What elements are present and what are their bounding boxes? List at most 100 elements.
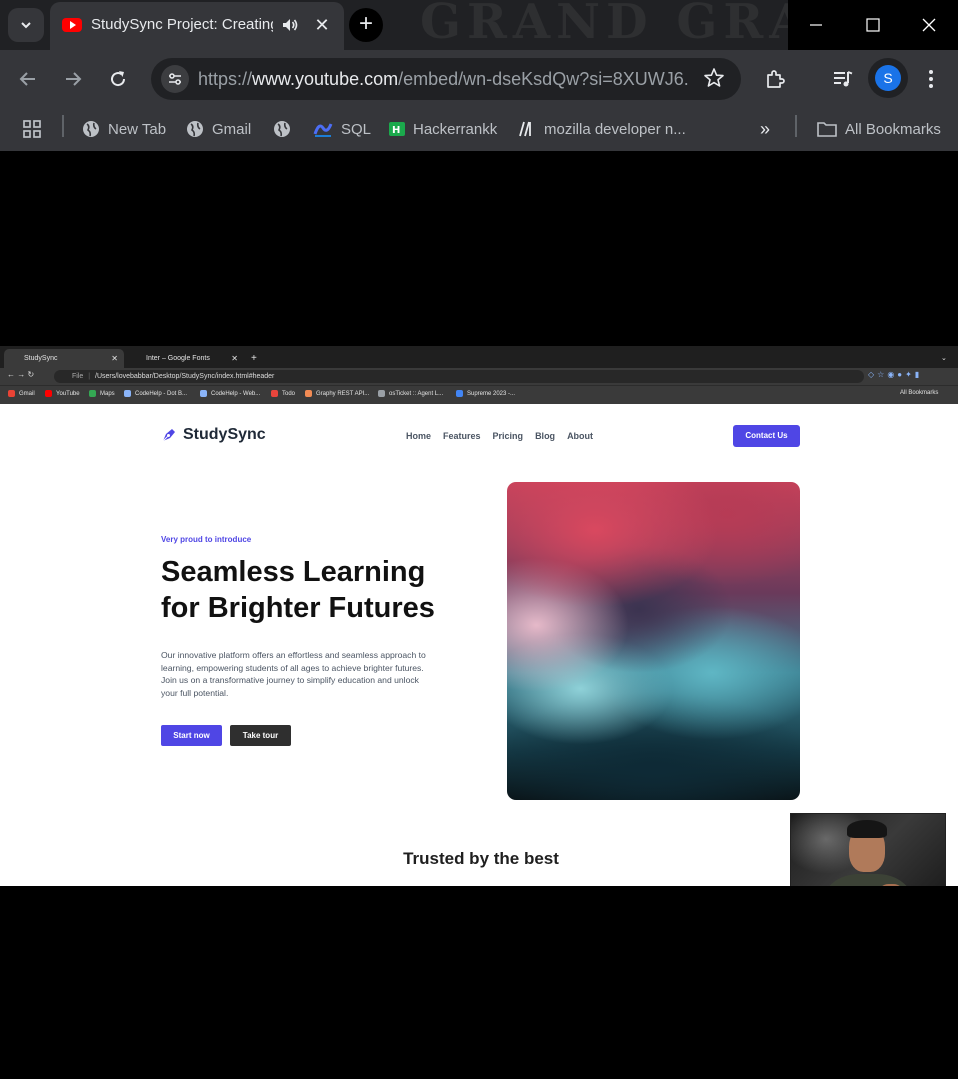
inner-bookmark-label: YouTube: [56, 390, 80, 397]
url-scheme: https://: [198, 69, 253, 89]
svg-text:H: H: [392, 125, 400, 136]
inner-bookmark: CodeHelp - Web...: [200, 390, 260, 397]
tab-title: StudySync Project: Creating: [91, 16, 273, 33]
nav-features: Features: [443, 431, 481, 441]
inner-bookmark-icon: [200, 390, 207, 397]
bookmarks-bar: New Tab Gmail SQL H Hackerrankk mozilla …: [0, 108, 958, 151]
reload-button[interactable]: [103, 64, 133, 94]
inner-bookmark-icon: [456, 390, 463, 397]
inner-bookmark-label: All Bookmarks: [900, 390, 939, 396]
studysync-logo: StudySync: [161, 426, 266, 444]
hero-headline: Seamless Learning for Brighter Futures: [161, 554, 435, 626]
nav-pricing: Pricing: [492, 431, 524, 441]
inner-tab-studysync: StudySync ✕: [4, 349, 124, 368]
bookmark-new-tab[interactable]: New Tab: [82, 117, 166, 141]
pen-nib-icon: [162, 429, 175, 442]
inner-url-separator: |: [88, 373, 91, 380]
inner-address-bar: File | /Users/lovebabbar/Desktop/StudySy…: [54, 370, 864, 383]
bookmark-globe[interactable]: [273, 117, 299, 141]
inner-bookmark-label: Maps: [100, 390, 115, 397]
site-info-icon[interactable]: [161, 65, 189, 93]
take-tour-button: Take tour: [230, 725, 291, 746]
tab-youtube[interactable]: StudySync Project: Creating ✕: [50, 2, 344, 50]
url-text[interactable]: https://www.youtube.com/embed/wn-dseKsdQ…: [198, 69, 688, 91]
bookmarks-divider: [795, 115, 797, 137]
inner-bookmark: osTicket :: Agent L...: [378, 390, 443, 397]
arrow-left-icon: [19, 72, 35, 86]
studysync-page: StudySync Home Features Pricing Blog Abo…: [0, 404, 958, 886]
maximize-button[interactable]: [845, 0, 902, 50]
globe-icon: [82, 120, 100, 138]
bookmark-sql[interactable]: SQL: [313, 117, 371, 141]
headline-line-2: for Brighter Futures: [161, 592, 435, 624]
inner-url-text: /Users/lovebabbar/Desktop/StudySync/inde…: [95, 373, 275, 380]
tab-close-icon[interactable]: ✕: [312, 15, 332, 35]
nav-blog: Blog: [535, 431, 556, 441]
avatar[interactable]: S: [875, 65, 901, 91]
inner-tab-label: StudySync: [24, 355, 58, 362]
sql-icon: [313, 120, 333, 138]
globe-icon: [273, 120, 291, 138]
bookmark-label: SQL: [341, 120, 372, 138]
media-controls-icon[interactable]: [828, 64, 858, 94]
bookmarks-overflow-button[interactable]: »: [760, 117, 770, 141]
bookmarks-divider: [62, 115, 64, 137]
bookmark-label: Gmail: [212, 120, 252, 138]
apps-grid-icon[interactable]: [22, 117, 42, 141]
inner-bookmark-icon: [8, 390, 15, 397]
close-icon: ✕: [111, 354, 118, 363]
inner-bookmark-label: CodeHelp - Dot B...: [135, 390, 188, 397]
hero-image: [507, 482, 800, 800]
inner-bookmark: Graphy REST API...: [305, 390, 369, 397]
inner-tab-strip: StudySync ✕ Inter – Google Fonts ✕ + ⌄: [0, 346, 958, 368]
menu-kebab-icon[interactable]: [916, 64, 946, 94]
bookmark-label: New Tab: [108, 120, 167, 138]
extensions-icon[interactable]: [760, 64, 790, 94]
bookmark-star-icon[interactable]: [703, 67, 725, 94]
bookmark-mdn[interactable]: mozilla developer n...: [518, 117, 686, 141]
inner-bookmark-icon: [378, 390, 385, 397]
inner-new-tab-icon: +: [251, 353, 257, 364]
inner-bookmark-icon: [271, 390, 278, 397]
bookmark-label: mozilla developer n...: [544, 120, 686, 138]
bookmark-gmail[interactable]: Gmail: [186, 117, 251, 141]
new-tab-button[interactable]: +: [349, 8, 383, 42]
inner-bookmark: Maps: [89, 390, 115, 397]
presenter-hair: [847, 820, 887, 838]
forward-button[interactable]: [58, 64, 88, 94]
close-window-button[interactable]: [901, 0, 958, 50]
tabstrip-background-art: GRAND GRA: [420, 0, 813, 50]
youtube-icon: [62, 18, 82, 32]
hero-lead: Our innovative platform offers an effort…: [161, 650, 426, 698]
speaker-icon[interactable]: [280, 15, 300, 40]
webcam-overlay: [790, 813, 946, 886]
video-player[interactable]: StudySync ✕ Inter – Google Fonts ✕ + ⌄ ← →…: [0, 346, 958, 886]
bookmark-label: Hackerrankk: [413, 120, 498, 138]
inner-toolbar-icons: ◇☆◉●✦▮: [868, 370, 923, 379]
inner-bookmark-label: Graphy REST API...: [316, 390, 370, 397]
chevron-down-icon: [21, 22, 31, 29]
arrow-right-icon: [66, 72, 82, 86]
window-controls: [788, 0, 958, 50]
inner-bookmark-label: CodeHelp - Web...: [211, 390, 261, 397]
url-host: www.youtube.com: [252, 69, 399, 89]
tab-search-button[interactable]: [8, 8, 44, 42]
close-icon: ✕: [231, 354, 238, 363]
address-bar[interactable]: https://www.youtube.com/embed/wn-dseKsdQ…: [151, 58, 741, 100]
inner-bookmarks-bar: Gmail YouTube Maps CodeHelp - Dot B... CodeH…: [0, 385, 958, 404]
back-button[interactable]: [13, 64, 43, 94]
inner-bookmark: YouTube: [45, 390, 80, 397]
all-bookmarks-button[interactable]: All Bookmarks: [817, 117, 941, 141]
presenter-body: [823, 874, 913, 886]
bookmark-hackerrank[interactable]: H Hackerrankk: [389, 117, 497, 141]
inner-tab-label: Inter – Google Fonts: [146, 355, 210, 362]
inner-bookmark: CodeHelp - Dot B...: [124, 390, 187, 397]
inner-file-label: File: [72, 373, 84, 380]
inner-bookmark-icon: [89, 390, 96, 397]
inner-bookmark: Todo: [271, 390, 295, 397]
inner-bookmark-label: Supreme 2023 -...: [467, 390, 516, 397]
minimize-button[interactable]: [788, 0, 845, 50]
tab-strip: GRAND GRA StudySync Project: Creating ✕ …: [0, 0, 958, 50]
inner-bookmark-icon: [124, 390, 131, 397]
inner-nav-icons: ← → ↻: [7, 370, 35, 379]
